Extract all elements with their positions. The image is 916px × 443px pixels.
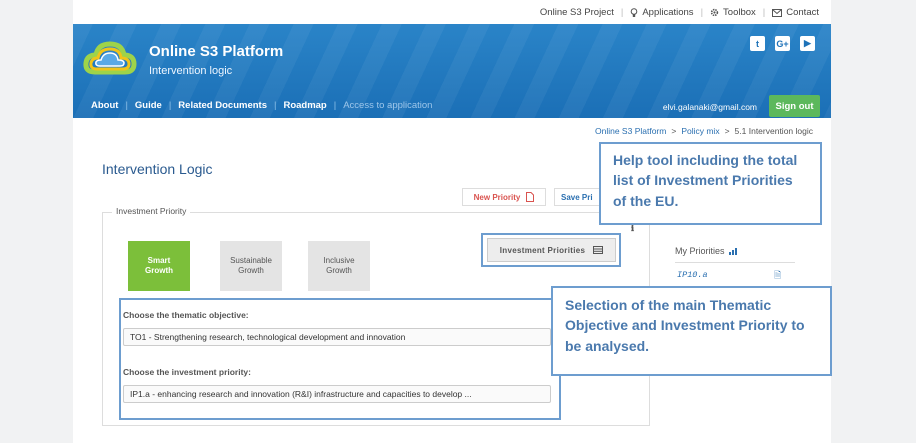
gear-icon [710,8,719,17]
highlight-box [119,298,561,420]
tile-sustainable-growth[interactable]: Sustainable Growth [220,241,282,291]
document-icon [526,192,535,202]
site-subtitle: Intervention logic [149,65,233,77]
info-icon[interactable]: ℹ [631,224,634,233]
tile-label: Sustainable [230,255,272,265]
site-title: Online S3 Platform [149,43,284,60]
lightbulb-icon [631,7,638,17]
my-priorities-header: My Priorities [675,246,737,256]
callout-help-tool: Help tool including the total list of In… [599,142,822,225]
cloud-logo-icon[interactable] [83,38,137,80]
link-label: Applications [642,7,694,18]
breadcrumb-current: 5.1 Intervention logic [734,126,813,136]
my-priorities-title: My Priorities [675,246,725,256]
link-label: Online S3 Project [539,7,614,18]
callout-selection: Selection of the main Thematic Objective… [551,286,832,376]
link-label: Contact [786,7,819,18]
site-header: Online S3 Platform Intervention logic t … [73,24,831,118]
breadcrumb-item[interactable]: Policy mix [681,126,719,136]
link-toolbox[interactable]: Toolbox [710,7,756,18]
tile-label: Smart [147,255,171,265]
document-icon[interactable]: 🗎 [774,268,781,284]
tile-label: Growth [326,266,352,275]
breadcrumb: Online S3 Platform > Policy mix > 5.1 In… [595,126,813,136]
main-nav: About | Guide | Related Documents | Roadmap… [91,100,433,111]
link-label: Toolbox [723,7,756,18]
tile-inclusive-growth[interactable]: Inclusive Growth [308,241,370,291]
save-priority-button[interactable]: Save Pri [554,188,602,206]
link-contact[interactable]: Contact [772,7,819,18]
nav-related-documents[interactable]: Related Documents [178,100,267,111]
youtube-icon[interactable]: ▶ [800,36,815,51]
tile-smart-growth[interactable]: Smart Growth [128,241,190,291]
link-applications[interactable]: Applications [630,7,694,18]
page-title: Intervention Logic [102,161,213,177]
top-utility-bar: Online S3 Project | Applications | Toolb… [73,0,831,24]
social-links: t G+ ▶ [750,36,815,51]
tile-label: Growth [145,266,173,275]
button-label: New Priority [473,192,521,202]
new-priority-button[interactable]: New Priority [462,188,546,206]
tile-label: Inclusive [323,255,355,265]
twitter-icon[interactable]: t [750,36,765,51]
highlight-box [481,233,621,267]
my-priority-item[interactable]: IP10.a [677,270,708,280]
nav-roadmap[interactable]: Roadmap [283,100,326,111]
link-online-s3-project[interactable]: Online S3 Project [540,7,614,18]
sign-out-button[interactable]: Sign out [769,95,820,117]
google-plus-icon[interactable]: G+ [775,36,790,51]
fieldset-legend: Investment Priority [112,206,191,216]
breadcrumb-item[interactable]: Online S3 Platform [595,126,666,136]
breadcrumb-separator: > [724,126,730,136]
breadcrumb-separator: > [671,126,677,136]
nav-guide[interactable]: Guide [135,100,162,111]
bar-chart-icon [728,247,737,255]
user-email: elvi.galanaki@gmail.com [662,102,757,112]
envelope-icon [772,8,783,17]
nav-access-to-application: Access to application [343,100,433,111]
nav-about[interactable]: About [91,100,118,111]
divider [675,262,795,263]
tile-label: Growth [238,266,264,275]
